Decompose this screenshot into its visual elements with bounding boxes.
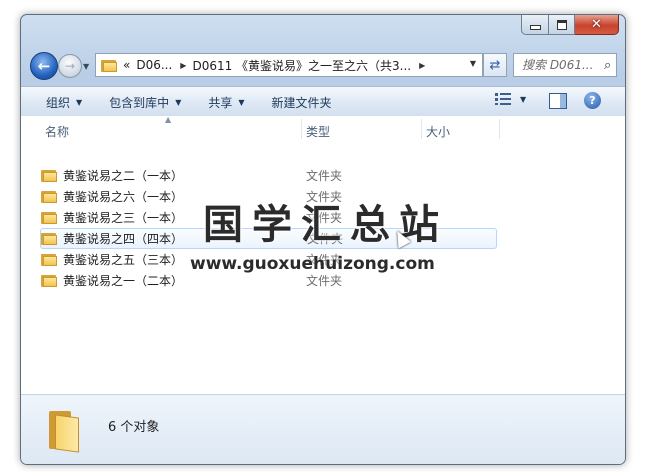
item-count: 6 个对象 <box>108 420 160 435</box>
share-label: 共享 <box>208 95 233 110</box>
watermark-title: 国学汇总站 <box>203 202 448 248</box>
chevron-down-icon: ▼ <box>175 97 182 107</box>
column-divider[interactable] <box>301 119 302 139</box>
folder-icon <box>41 253 57 266</box>
command-bar: 组织 ▼ 包含到库中 ▼ 共享 ▼ 新建文件夹 ▼ ? <box>21 86 625 118</box>
refresh-icon: ⇄ <box>489 57 501 73</box>
forward-arrow-icon: → <box>64 59 76 73</box>
column-divider[interactable] <box>421 119 422 139</box>
back-arrow-icon: ← <box>37 57 51 75</box>
address-overflow[interactable]: « <box>123 58 130 72</box>
refresh-button[interactable]: ⇄ <box>483 53 507 77</box>
chevron-down-icon: ▼ <box>520 94 527 104</box>
file-name: 黄鉴说易之一（二本） <box>63 274 184 288</box>
watermark-url: www.guoxuehuizong.com <box>190 254 435 274</box>
window-controls: ✕ <box>521 15 619 35</box>
folder-icon <box>41 232 57 245</box>
navigation-bar: ← → ▼ « D06... ▶ D0611 《黄鉴说易》之一至之六（共3...… <box>21 47 625 81</box>
folder-icon <box>41 169 57 182</box>
address-dropdown-icon[interactable]: ▼ <box>470 59 476 68</box>
include-in-library-label: 包含到库中 <box>109 95 170 110</box>
maximize-button[interactable] <box>549 15 575 35</box>
organize-label: 组织 <box>46 95 71 110</box>
chevron-right-icon[interactable]: ▶ <box>419 61 425 70</box>
close-icon: ✕ <box>591 17 602 32</box>
minimize-icon <box>529 25 541 30</box>
preview-pane-icon[interactable] <box>549 93 567 109</box>
column-header-name[interactable]: 名称 <box>45 123 69 140</box>
include-in-library-button[interactable]: 包含到库中 ▼ <box>109 94 181 111</box>
column-headers: ▲ 名称 类型 大小 <box>21 115 625 142</box>
close-button[interactable]: ✕ <box>575 15 619 35</box>
chevron-down-icon: ▼ <box>238 97 245 107</box>
new-folder-label: 新建文件夹 <box>271 95 332 110</box>
back-button[interactable]: ← <box>30 52 58 80</box>
search-box[interactable]: ⌕ <box>513 53 617 77</box>
organize-button[interactable]: 组织 ▼ <box>46 94 82 111</box>
details-pane: 6 个对象 <box>21 394 625 464</box>
column-divider[interactable] <box>499 119 500 139</box>
folder-icon <box>41 274 57 287</box>
search-input[interactable] <box>520 57 600 73</box>
chevron-right-icon[interactable]: ▶ <box>180 61 186 70</box>
file-name: 黄鉴说易之二（一本） <box>63 169 184 183</box>
folder-icon <box>101 59 117 72</box>
chevron-down-icon: ▼ <box>76 97 83 107</box>
address-segment-parent[interactable]: D06... <box>136 58 172 72</box>
share-button[interactable]: 共享 ▼ <box>208 94 244 111</box>
column-header-type[interactable]: 类型 <box>306 123 330 140</box>
help-icon[interactable]: ? <box>584 92 601 109</box>
change-view-button[interactable]: ▼ <box>495 93 526 105</box>
history-dropdown-icon[interactable]: ▼ <box>83 62 89 71</box>
minimize-button[interactable] <box>521 15 549 35</box>
folder-icon <box>41 211 57 224</box>
maximize-icon <box>556 19 567 30</box>
folder-icon <box>49 411 79 453</box>
file-type: 文件夹 <box>306 274 343 288</box>
search-icon[interactable]: ⌕ <box>604 58 611 73</box>
column-header-size[interactable]: 大小 <box>426 123 450 140</box>
address-bar[interactable]: « D06... ▶ D0611 《黄鉴说易》之一至之六（共3... ▶ ▼ <box>95 53 483 77</box>
sort-ascending-icon: ▲ <box>165 115 172 124</box>
folder-icon <box>41 190 57 203</box>
view-list-icon <box>495 93 511 105</box>
forward-button[interactable]: → <box>58 54 82 78</box>
new-folder-button[interactable]: 新建文件夹 <box>272 94 332 111</box>
address-segment-current[interactable]: D0611 《黄鉴说易》之一至之六（共3... <box>192 57 411 74</box>
file-type: 文件夹 <box>306 169 343 183</box>
list-item[interactable]: 黄鉴说易之二（一本） 文件夹 <box>41 165 496 186</box>
